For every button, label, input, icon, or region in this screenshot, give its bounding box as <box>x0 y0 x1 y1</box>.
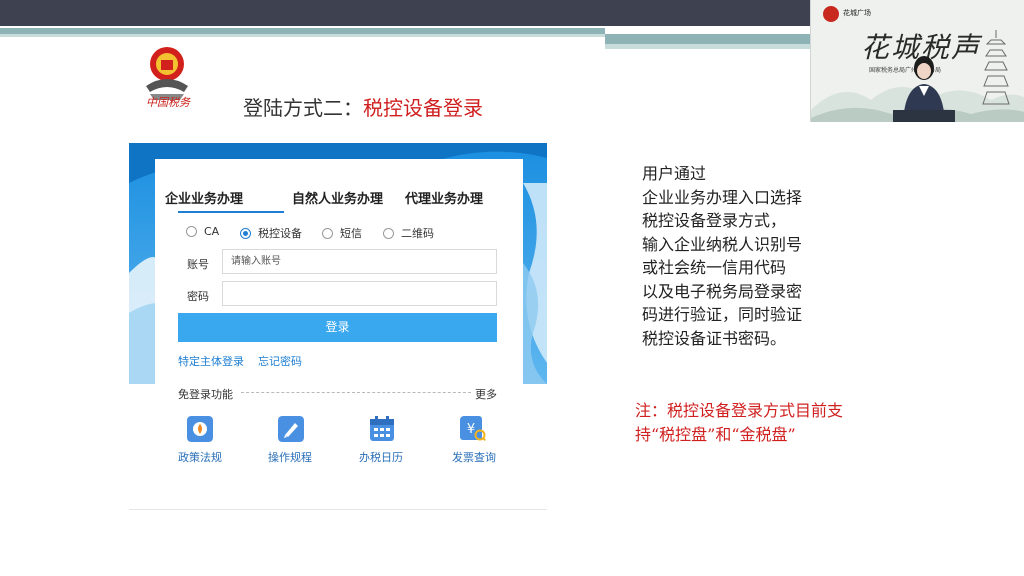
decor-line <box>605 34 810 44</box>
radio-ca[interactable]: CA <box>186 225 219 238</box>
slide-title: 登陆方式二：税控设备登录 <box>243 92 483 121</box>
password-label: 密码 <box>187 290 209 303</box>
note-line: 税控设备证书密码。 <box>642 328 787 348</box>
top-title-bar <box>0 0 810 26</box>
radio-label: 二维码 <box>401 227 434 240</box>
radio-label: CA <box>204 225 220 238</box>
slide-title-prefix: 登陆方式二： <box>243 96 363 120</box>
note-line: 码进行验证，同时验证 <box>642 305 803 324</box>
decor-line <box>0 34 605 37</box>
decor-line <box>605 44 810 49</box>
radio-label: 短信 <box>340 227 362 240</box>
policy-icon[interactable] <box>187 416 213 442</box>
divider <box>241 392 471 393</box>
invoice-query-icon[interactable]: ¥ <box>460 416 486 442</box>
more-link[interactable]: 更多 <box>475 386 497 402</box>
special-entity-login-link[interactable]: 特定主体登录 <box>178 353 244 369</box>
note-line: 或社会统一信用代码 <box>642 258 787 277</box>
radio-dot <box>322 227 333 239</box>
login-button[interactable]: 登录 <box>178 313 497 342</box>
emblem-icon <box>823 6 839 22</box>
note-line: 用户通过 <box>642 164 707 183</box>
radio-dot <box>383 227 394 239</box>
password-input[interactable] <box>222 281 497 306</box>
procedure-icon[interactable] <box>278 416 304 442</box>
support-note: 注：税控设备登录方式目前支持“税控盘”和“金税盘” <box>635 401 844 444</box>
quick-item-label[interactable]: 办税日历 <box>359 449 403 465</box>
login-free-section-label: 免登录功能 <box>178 388 233 401</box>
channel-label: 花城广场 <box>843 9 871 17</box>
tab-individual[interactable]: 自然人业务办理 <box>292 188 383 207</box>
account-label: 账号 <box>187 258 209 271</box>
quick-item-label[interactable]: 操作规程 <box>268 449 312 465</box>
active-tab-indicator <box>178 211 284 213</box>
svg-text:¥: ¥ <box>467 422 475 437</box>
quick-item-label[interactable]: 政策法规 <box>178 449 222 465</box>
radio-dot <box>240 227 251 239</box>
presenter-video-inset: 花城广场 花城税声 国家税务总局广州市税务局 <box>810 0 1024 122</box>
account-input[interactable]: 请输入账号 <box>222 249 497 274</box>
forgot-password-link[interactable]: 忘记密码 <box>258 353 302 369</box>
radio-label: 税控设备 <box>258 227 302 240</box>
note-line: 税控设备登录方式， <box>642 211 787 230</box>
note-line: 以及电子税务局登录密 <box>642 281 803 301</box>
slide-title-highlight: 税控设备登录 <box>363 96 483 120</box>
tab-enterprise[interactable]: 企业业务办理 <box>165 188 243 207</box>
pagoda-icon <box>982 30 1010 105</box>
login-method-radios: CA 税控设备 短信 二维码 <box>178 225 498 241</box>
login-card-lower <box>129 384 547 510</box>
tab-agent[interactable]: 代理业务办理 <box>405 188 483 207</box>
radio-qrcode[interactable]: 二维码 <box>383 225 434 241</box>
note-line: 输入企业纳税人识别号 <box>642 234 803 254</box>
calendar-icon[interactable] <box>369 416 395 442</box>
quick-item-label[interactable]: 发票查询 <box>452 449 496 465</box>
radio-tax-device[interactable]: 税控设备 <box>240 225 302 241</box>
desk <box>893 110 955 122</box>
note-line: 企业业务办理入口选择 <box>642 187 803 207</box>
radio-sms[interactable]: 短信 <box>322 225 362 241</box>
logo-text: 中国税务 <box>146 96 190 109</box>
explanation-text: 用户通过 企业业务办理入口选择 税控设备登录方式， 输入企业纳税人识别号 或社会… <box>642 162 802 350</box>
radio-dot <box>186 226 197 237</box>
